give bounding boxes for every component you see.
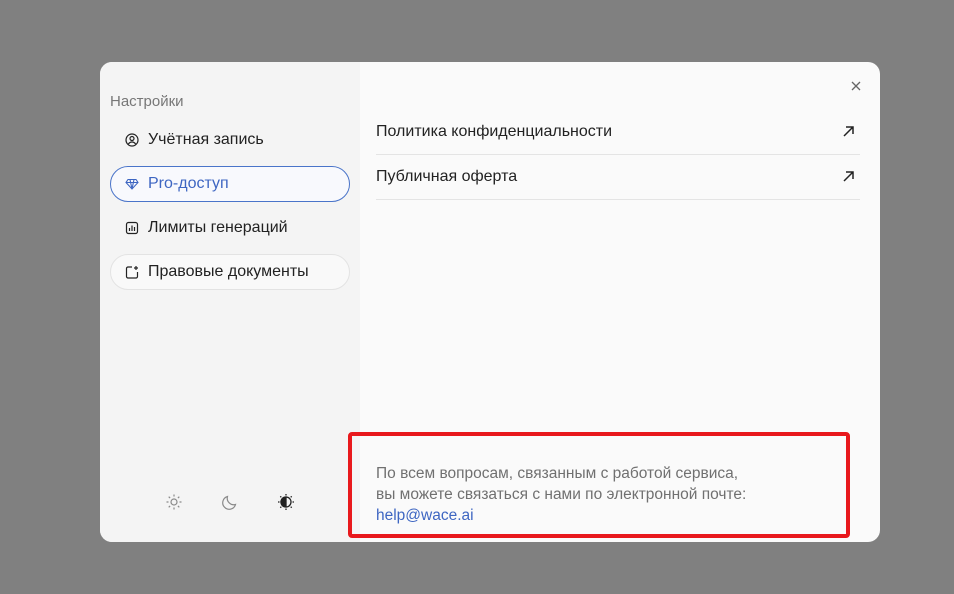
external-arrow-icon: [842, 170, 856, 184]
settings-content: Политика конфиденциальности Публичная оф…: [360, 62, 880, 542]
contact-line-2: вы можете связаться с нами по электронно…: [376, 486, 747, 503]
settings-modal: Настройки Учётная запись Pro-доступ Лими…: [100, 62, 880, 542]
sidebar-item-label: Правовые документы: [148, 263, 309, 280]
support-email-link[interactable]: help@wace.ai: [376, 507, 474, 524]
moon-icon[interactable]: [220, 492, 240, 512]
document-add-icon: [124, 264, 140, 280]
diamond-icon: [124, 176, 140, 192]
sidebar-item-legal[interactable]: Правовые документы: [110, 254, 350, 290]
external-arrow-icon: [842, 125, 856, 139]
close-icon[interactable]: [848, 78, 864, 94]
sidebar-item-pro[interactable]: Pro-доступ: [110, 166, 350, 202]
sidebar-item-limits[interactable]: Лимиты генераций: [110, 210, 350, 246]
bar-chart-icon: [124, 220, 140, 236]
sun-icon[interactable]: [164, 492, 184, 512]
sidebar-item-label: Учётная запись: [148, 131, 264, 148]
doc-label: Публичная оферта: [376, 168, 518, 185]
sidebar-item-label: Лимиты генераций: [148, 219, 288, 236]
public-offer-link[interactable]: Публичная оферта: [376, 155, 860, 200]
settings-sidebar: Настройки Учётная запись Pro-доступ Лими…: [100, 62, 360, 542]
contact-info: По всем вопросам, связанным с работой се…: [376, 463, 746, 526]
contact-line-1: По всем вопросам, связанным с работой се…: [376, 465, 739, 482]
user-circle-icon: [124, 132, 140, 148]
theme-switcher: [100, 492, 360, 512]
sidebar-item-label: Pro-доступ: [148, 175, 229, 192]
sidebar-title: Настройки: [110, 93, 184, 110]
sidebar-item-account[interactable]: Учётная запись: [110, 122, 350, 158]
auto-theme-icon[interactable]: [276, 492, 296, 512]
privacy-policy-link[interactable]: Политика конфиденциальности: [376, 110, 860, 155]
doc-label: Политика конфиденциальности: [376, 123, 613, 140]
